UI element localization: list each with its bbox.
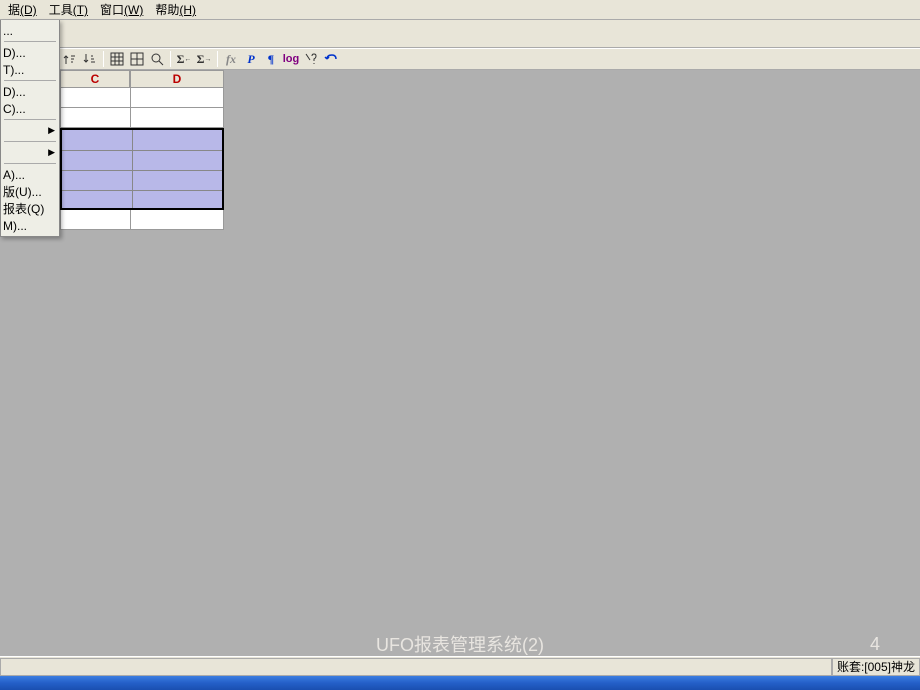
separator [103, 51, 104, 67]
sort-asc-icon[interactable] [61, 50, 79, 68]
separator [4, 80, 56, 81]
dropdown-submenu[interactable]: ▶ [1, 122, 59, 139]
separator [170, 51, 171, 67]
col-header-d[interactable]: D [130, 70, 224, 88]
col-header-c[interactable]: C [60, 70, 130, 88]
statusbar: 账套:[005]神龙 [0, 656, 920, 676]
dropdown-item[interactable]: M)... [1, 217, 59, 234]
dropdown-menu: ... D)... T)... D)... C)... ▶ ▶ A)... 版(… [0, 20, 60, 237]
sum-left-icon[interactable]: Σ← [175, 50, 193, 68]
slide-page-number: 4 [870, 634, 880, 655]
dropdown-item[interactable]: 报表(Q) [1, 200, 59, 217]
separator [4, 141, 56, 142]
menu-tools[interactable]: 工具(T) [43, 0, 94, 20]
dropdown-item[interactable]: D)... [1, 44, 59, 61]
grid-rows-top [60, 88, 224, 128]
pi-icon[interactable]: ¶ [262, 50, 280, 68]
grid2-icon[interactable] [128, 50, 146, 68]
status-account: 账套:[005]神龙 [832, 658, 920, 676]
status-left [0, 658, 832, 676]
chevron-right-icon: ▶ [48, 147, 55, 158]
undo-icon[interactable] [322, 50, 340, 68]
selection-range[interactable] [60, 128, 224, 210]
p-icon[interactable]: P [242, 50, 260, 68]
separator [4, 41, 56, 42]
toolbar-upper [60, 20, 920, 48]
sort-desc-icon[interactable] [81, 50, 99, 68]
chevron-right-icon: ▶ [48, 125, 55, 136]
dropdown-item[interactable]: D)... [1, 83, 59, 100]
slide-title: UFO报表管理系统(2) [376, 631, 544, 657]
dropdown-item[interactable]: T)... [1, 61, 59, 78]
separator [4, 119, 56, 120]
sum-right-icon[interactable]: Σ→ [195, 50, 213, 68]
dropdown-item[interactable]: ... [1, 22, 59, 39]
separator [4, 163, 56, 164]
log-icon[interactable]: log [282, 50, 300, 68]
grid-rows-bottom [60, 210, 224, 230]
menu-help[interactable]: 帮助(H) [149, 0, 202, 20]
toolbar: Σ← Σ→ fx P ¶ log [0, 48, 920, 70]
menu-data[interactable]: 据(D) [2, 0, 43, 20]
dropdown-submenu[interactable]: ▶ [1, 144, 59, 161]
function-icon[interactable]: fx [222, 50, 240, 68]
taskbar[interactable] [0, 676, 920, 690]
slide-footer: UFO报表管理系统(2) 4 [0, 634, 920, 654]
menu-window[interactable]: 窗口(W) [94, 0, 149, 20]
find-icon[interactable] [148, 50, 166, 68]
help-icon[interactable] [302, 50, 320, 68]
dropdown-item[interactable]: A)... [1, 166, 59, 183]
grid-icon[interactable] [108, 50, 126, 68]
separator [217, 51, 218, 67]
dropdown-item[interactable]: 版(U)... [1, 183, 59, 200]
dropdown-item[interactable]: C)... [1, 100, 59, 117]
menubar: 据(D) 工具(T) 窗口(W) 帮助(H) [0, 0, 920, 20]
